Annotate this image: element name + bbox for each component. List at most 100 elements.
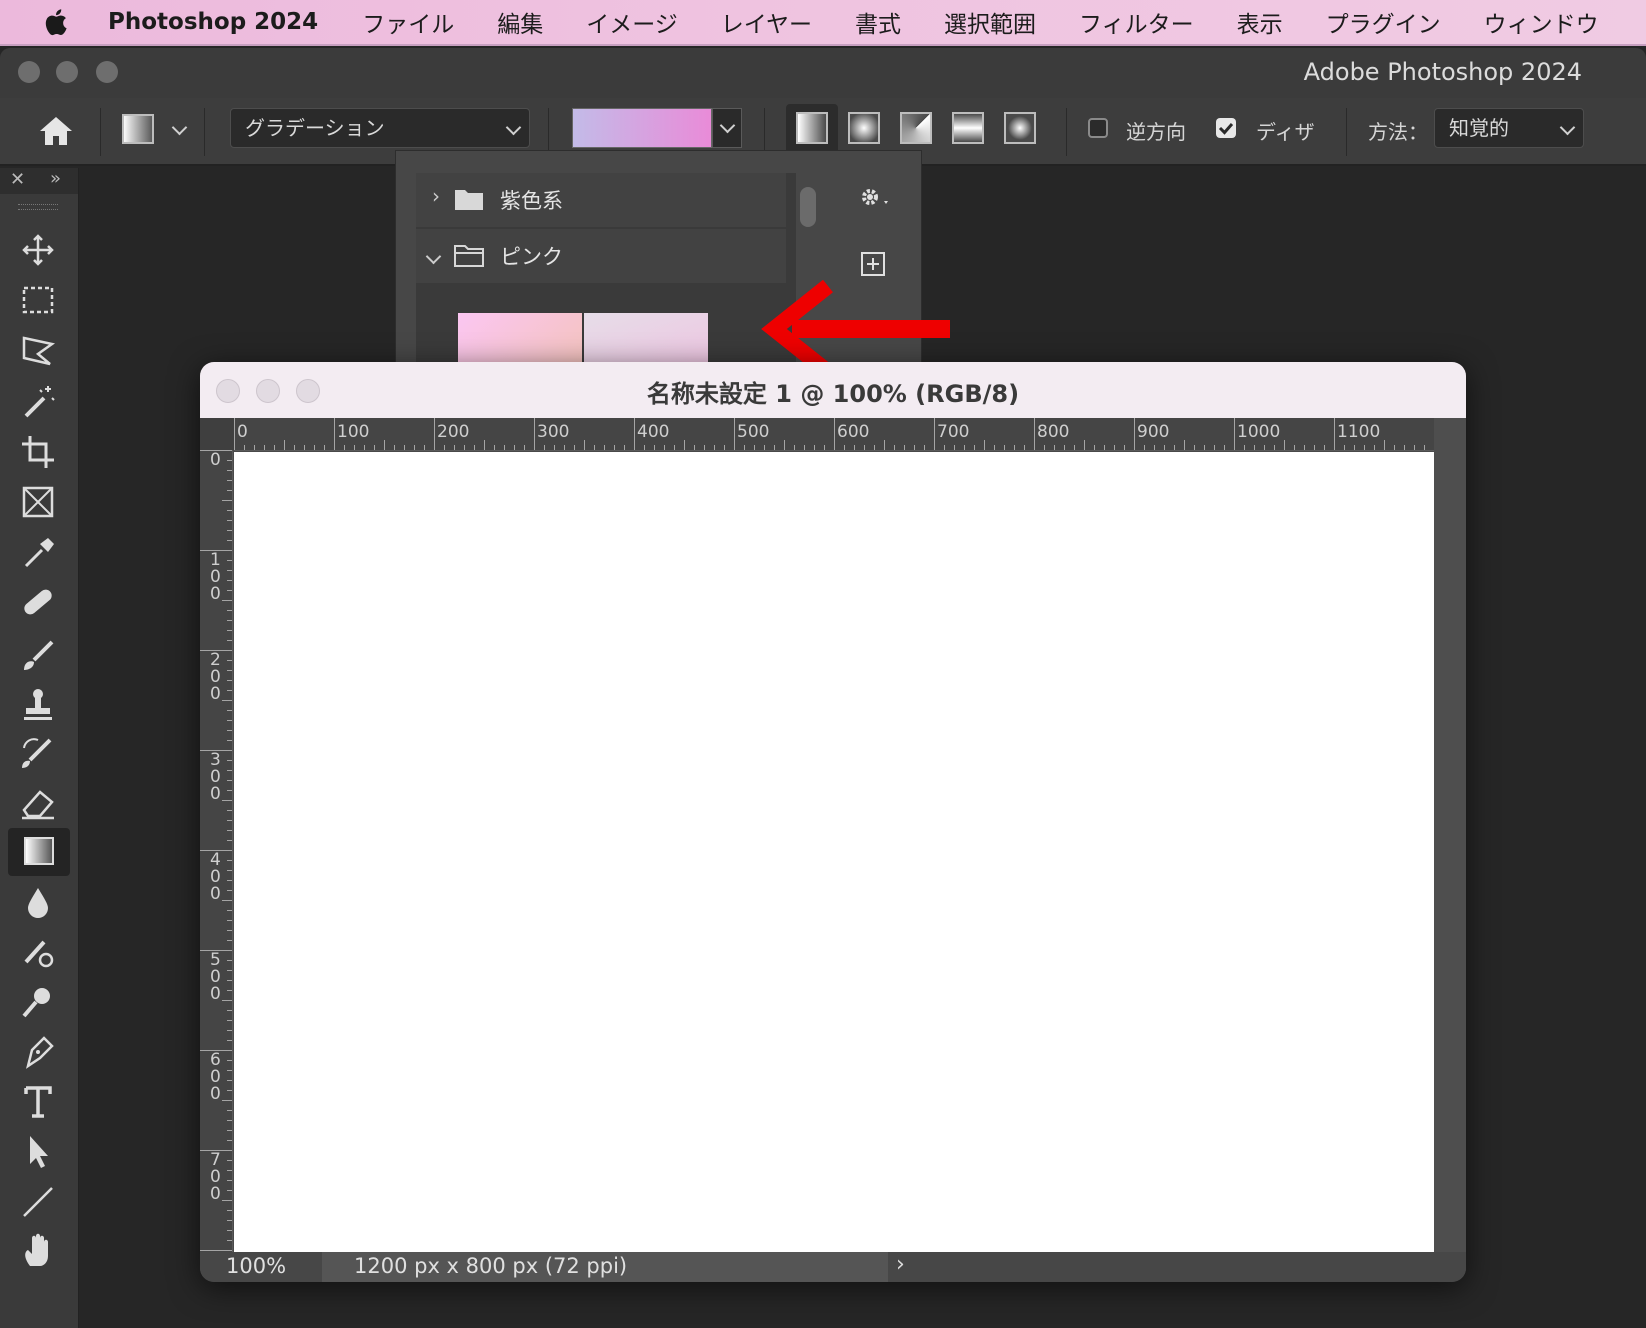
close-panel-icon[interactable]: ✕ [10,169,25,190]
preset-dropdown[interactable]: グラデーション [230,108,530,148]
ruler-label: 5 0 0 [210,950,221,1004]
folder-row-pink[interactable]: ピンク [416,229,786,283]
angle-gradient-button[interactable] [900,112,932,144]
brush-tool[interactable] [14,632,62,676]
clone-stamp-tool[interactable] [14,682,62,726]
zoom-window-button[interactable] [96,61,118,83]
chevron-right-icon[interactable]: › [896,1252,905,1277]
gear-icon[interactable] [858,185,892,213]
home-icon[interactable] [38,114,74,148]
smudge-icon [24,940,54,968]
vertical-ruler[interactable]: 0 1 0 0 2 0 0 3 0 0 4 0 0 5 0 0 6 0 0 7 0 0 [200,450,233,1252]
panel-grip[interactable] [18,204,58,210]
path-selection-tool[interactable] [14,1130,62,1174]
open-folder-icon [454,245,484,267]
gradient-tool[interactable] [8,828,70,876]
method-dropdown-value: 知覚的 [1449,116,1509,140]
menu-file[interactable]: ファイル [362,5,454,39]
lasso-tool[interactable] [14,328,62,372]
ruler-label: 200 [437,422,470,442]
menu-type[interactable]: 書式 [855,5,901,39]
arrow-cursor-icon [30,1136,48,1168]
checkmark-icon [1218,123,1234,135]
menu-edit[interactable]: 編集 [497,5,543,39]
eraser-tool[interactable] [14,780,62,824]
menu-layer[interactable]: レイヤー [721,5,812,39]
menu-window[interactable]: ウィンドウ [1484,5,1599,39]
marquee-tool[interactable] [14,278,62,322]
close-window-button[interactable] [18,61,40,83]
chevron-down-icon [425,248,442,265]
reflected-gradient-button[interactable] [952,112,984,144]
crop-tool[interactable] [14,430,62,474]
ruler-label: 500 [737,422,770,442]
expand-panel-icon[interactable]: » [50,168,61,189]
water-drop-icon [28,888,48,918]
ruler-label: 1000 [1237,422,1281,442]
document-canvas[interactable] [234,452,1434,1252]
magic-wand-tool[interactable] [14,380,62,424]
dither-checkbox[interactable] [1216,118,1236,138]
ruler-label: 0 [237,422,248,442]
chevron-down-icon [505,119,522,136]
horizontal-ruler[interactable]: 0 100 200 300 400 500 600 700 800 900 1000 1100 [234,418,1434,451]
canvas-margin [1434,418,1466,1252]
document-info[interactable]: 1200 px x 800 px (72 ppi) [322,1252,888,1282]
dodge-tool[interactable] [14,980,62,1024]
ruler-label: 300 [537,422,570,442]
menu-filter[interactable]: フィルター [1079,5,1194,39]
radial-gradient-button[interactable] [848,112,880,144]
eyedropper-tool[interactable] [14,530,62,574]
healing-brush-tool[interactable] [14,580,62,624]
chevron-down-icon[interactable] [171,119,188,136]
minimize-window-button[interactable] [56,61,78,83]
apple-icon[interactable] [40,7,70,37]
tool-preset-picker[interactable] [122,114,154,144]
history-brush-tool[interactable] [14,730,62,774]
eraser-icon [22,790,54,820]
eyedropper-icon [24,538,54,568]
frame-tool[interactable] [14,480,62,524]
menu-select[interactable]: 選択範囲 [944,5,1036,39]
menu-image[interactable]: イメージ [586,5,678,39]
linear-gradient-button[interactable] [796,112,828,144]
ruler-label: 800 [1037,422,1070,442]
pen-tool[interactable] [14,1030,62,1074]
blur-tool[interactable] [14,880,62,924]
ruler-label: 6 0 0 [210,1050,221,1104]
menu-view[interactable]: 表示 [1237,5,1283,39]
gradient-preset-list: › 紫色系 ピンク [416,173,796,393]
menu-plugins[interactable]: プラグイン [1326,5,1441,39]
move-tool[interactable] [14,228,62,272]
zoom-level[interactable]: 100% [226,1254,286,1278]
reverse-checkbox[interactable] [1088,118,1108,138]
preset-dropdown-value: グラデーション [245,116,385,140]
app-menu-photoshop[interactable]: Photoshop 2024 [108,9,318,35]
folder-name: 紫色系 [500,189,563,213]
gradient-picker-toggle[interactable] [712,108,742,148]
ruler-label: 2 0 0 [210,650,221,704]
line-tool[interactable] [14,1180,62,1224]
gradient-preview-swatch[interactable] [572,108,712,148]
folder-row-purple[interactable]: › 紫色系 [416,173,786,227]
diamond-gradient-button[interactable] [1004,112,1036,144]
new-preset-icon[interactable] [860,251,886,277]
smudge-tool[interactable] [14,930,62,974]
method-dropdown[interactable]: 知覚的 [1434,108,1584,148]
ruler-label: 1100 [1337,422,1381,442]
reverse-label: 逆方向 [1126,120,1186,144]
line-icon [23,1187,53,1217]
tools-panel-header: ✕ » [0,168,78,194]
chevron-down-icon [719,117,736,134]
ruler-origin[interactable] [200,418,234,450]
menubar: Photoshop 2024 ファイル 編集 イメージ レイヤー 書式 選択範囲… [0,0,1646,46]
window-title: Adobe Photoshop 2024 [1303,58,1582,86]
ruler-label: 3 0 0 [210,750,221,804]
document-title: 名称未設定 1 @ 100% (RGB/8) [646,380,1020,408]
scrollbar-thumb[interactable] [800,187,816,227]
hand-tool[interactable] [14,1228,62,1272]
ruler-label: 400 [637,422,670,442]
type-tool[interactable] [14,1080,62,1124]
ruler-label: 700 [937,422,970,442]
move-icon [22,234,54,266]
